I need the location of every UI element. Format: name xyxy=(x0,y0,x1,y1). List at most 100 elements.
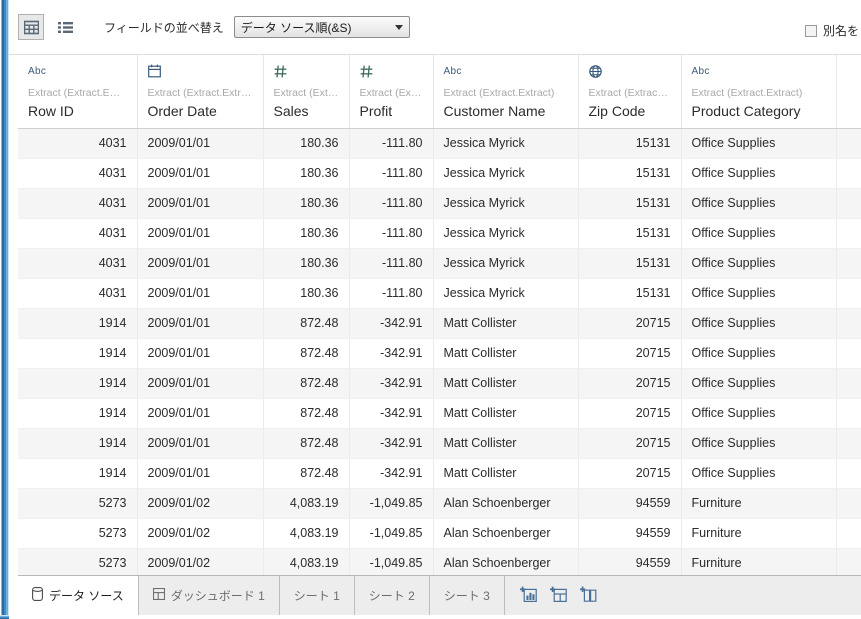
table-cell: Furniture xyxy=(681,518,836,548)
alias-checkbox-label: 別名を xyxy=(823,22,859,39)
tab-sheet-1[interactable]: シート 1 xyxy=(280,576,355,615)
table-cell-spacer xyxy=(836,488,861,518)
table-cell: 2009/01/01 xyxy=(137,368,263,398)
table-cell: 4,083.19 xyxy=(263,548,349,575)
table-cell: -1,049.85 xyxy=(349,488,433,518)
table-cell: 2009/01/01 xyxy=(137,458,263,488)
table-cell: 872.48 xyxy=(263,398,349,428)
column-header-product-category[interactable]: Abc Extract (Extract.Extract) Product Ca… xyxy=(681,55,836,128)
table-cell: 2009/01/01 xyxy=(137,308,263,338)
table-cell: Office Supplies xyxy=(681,248,836,278)
new-worksheet-icon xyxy=(520,586,537,605)
hash-icon xyxy=(274,63,339,79)
table-cell: Office Supplies xyxy=(681,278,836,308)
column-header-sales[interactable]: Extract (Ext… Sales xyxy=(263,55,349,128)
column-header-zip-code[interactable]: Extract (Extract.… Zip Code xyxy=(578,55,681,128)
table-cell: Office Supplies xyxy=(681,368,836,398)
new-object-buttons xyxy=(505,576,613,615)
table-cell: 2009/01/01 xyxy=(137,248,263,278)
tab-sheet-3[interactable]: シート 3 xyxy=(430,576,505,615)
table-cell: Alan Schoenberger xyxy=(433,548,578,575)
table-row[interactable]: 40312009/01/01180.36-111.80Jessica Myric… xyxy=(18,188,861,218)
chevron-down-icon xyxy=(389,25,409,30)
table-cell: 20715 xyxy=(578,458,681,488)
column-name-label: Sales xyxy=(274,103,339,119)
table-cell-spacer xyxy=(836,278,861,308)
new-dashboard-button[interactable] xyxy=(549,586,569,606)
data-source-icon xyxy=(32,587,43,604)
data-grid-scroll-area[interactable]: Abc Extract (Extract.E… Row ID xyxy=(18,55,861,575)
table-row[interactable]: 40312009/01/01180.36-111.80Jessica Myric… xyxy=(18,278,861,308)
table-cell: 872.48 xyxy=(263,338,349,368)
table-cell: Office Supplies xyxy=(681,218,836,248)
table-cell: -111.80 xyxy=(349,158,433,188)
sort-fields-select[interactable]: データ ソース順(&S) xyxy=(234,16,410,38)
tab-bar-filler xyxy=(613,576,861,615)
table-cell: 180.36 xyxy=(263,158,349,188)
table-cell: Alan Schoenberger xyxy=(433,518,578,548)
table-row[interactable]: 19142009/01/01872.48-342.91Matt Colliste… xyxy=(18,308,861,338)
column-header-order-date[interactable]: Extract (Extract.Extract) Order Date xyxy=(137,55,263,128)
column-name-label: Customer Name xyxy=(444,103,568,119)
table-cell: 20715 xyxy=(578,368,681,398)
table-cell: 180.36 xyxy=(263,218,349,248)
table-row[interactable]: 52732009/01/024,083.19-1,049.85Alan Scho… xyxy=(18,488,861,518)
table-cell: Office Supplies xyxy=(681,338,836,368)
table-cell-spacer xyxy=(836,398,861,428)
table-row[interactable]: 19142009/01/01872.48-342.91Matt Colliste… xyxy=(18,398,861,428)
alias-checkbox[interactable] xyxy=(805,25,817,37)
table-cell: 4031 xyxy=(18,158,137,188)
tab-dashboard-1[interactable]: ダッシュボード 1 xyxy=(139,576,280,615)
table-cell: -111.80 xyxy=(349,188,433,218)
grid-view-button[interactable] xyxy=(18,14,44,40)
table-cell: 4031 xyxy=(18,188,137,218)
table-row[interactable]: 40312009/01/01180.36-111.80Jessica Myric… xyxy=(18,128,861,158)
column-source-label: Extract (Extract.Extract) xyxy=(444,87,568,99)
abc-icon: Abc xyxy=(444,63,568,79)
tab-label: シート 1 xyxy=(294,590,340,602)
new-story-button[interactable] xyxy=(579,586,599,606)
table-cell: -111.80 xyxy=(349,218,433,248)
abc-icon: Abc xyxy=(692,63,826,79)
table-cell-spacer xyxy=(836,158,861,188)
table-row[interactable]: 19142009/01/01872.48-342.91Matt Colliste… xyxy=(18,428,861,458)
table-cell: Jessica Myrick xyxy=(433,158,578,188)
tab-data-source[interactable]: データ ソース xyxy=(18,576,139,615)
new-worksheet-button[interactable] xyxy=(519,586,539,606)
column-header-row-id[interactable]: Abc Extract (Extract.E… Row ID xyxy=(18,55,137,128)
table-cell: Office Supplies xyxy=(681,128,836,158)
table-row[interactable]: 19142009/01/01872.48-342.91Matt Colliste… xyxy=(18,338,861,368)
table-cell: 20715 xyxy=(578,428,681,458)
column-name-label: Order Date xyxy=(148,103,253,119)
table-cell: Office Supplies xyxy=(681,188,836,218)
globe-icon xyxy=(589,63,671,79)
column-source-label: Extract (Extract.… xyxy=(589,87,671,99)
window-content: フィールドの並べ替え データ ソース順(&S) 別名を xyxy=(9,0,861,619)
table-cell: -111.80 xyxy=(349,278,433,308)
column-source-label: Extract (Extract.Extract) xyxy=(692,87,826,99)
table-cell: -342.91 xyxy=(349,398,433,428)
table-row[interactable]: 52732009/01/024,083.19-1,049.85Alan Scho… xyxy=(18,548,861,575)
table-cell: 2009/01/01 xyxy=(137,128,263,158)
table-cell: 180.36 xyxy=(263,188,349,218)
table-cell: -111.80 xyxy=(349,248,433,278)
table-cell: 1914 xyxy=(18,458,137,488)
table-cell: 872.48 xyxy=(263,458,349,488)
table-cell: 5273 xyxy=(18,518,137,548)
table-row[interactable]: 52732009/01/024,083.19-1,049.85Alan Scho… xyxy=(18,518,861,548)
column-name-label: Profit xyxy=(360,103,423,119)
table-cell: 872.48 xyxy=(263,428,349,458)
table-cell: -342.91 xyxy=(349,458,433,488)
tab-sheet-2[interactable]: シート 2 xyxy=(355,576,430,615)
data-grid-body: 40312009/01/01180.36-111.80Jessica Myric… xyxy=(18,128,861,575)
table-row[interactable]: 40312009/01/01180.36-111.80Jessica Myric… xyxy=(18,218,861,248)
table-row[interactable]: 19142009/01/01872.48-342.91Matt Colliste… xyxy=(18,458,861,488)
table-row[interactable]: 19142009/01/01872.48-342.91Matt Colliste… xyxy=(18,368,861,398)
table-cell: Jessica Myrick xyxy=(433,188,578,218)
table-row[interactable]: 40312009/01/01180.36-111.80Jessica Myric… xyxy=(18,158,861,188)
table-cell: 20715 xyxy=(578,308,681,338)
table-row[interactable]: 40312009/01/01180.36-111.80Jessica Myric… xyxy=(18,248,861,278)
column-header-customer-name[interactable]: Abc Extract (Extract.Extract) Customer N… xyxy=(433,55,578,128)
list-view-button[interactable] xyxy=(52,14,78,40)
column-header-profit[interactable]: Extract (Ext… Profit xyxy=(349,55,433,128)
